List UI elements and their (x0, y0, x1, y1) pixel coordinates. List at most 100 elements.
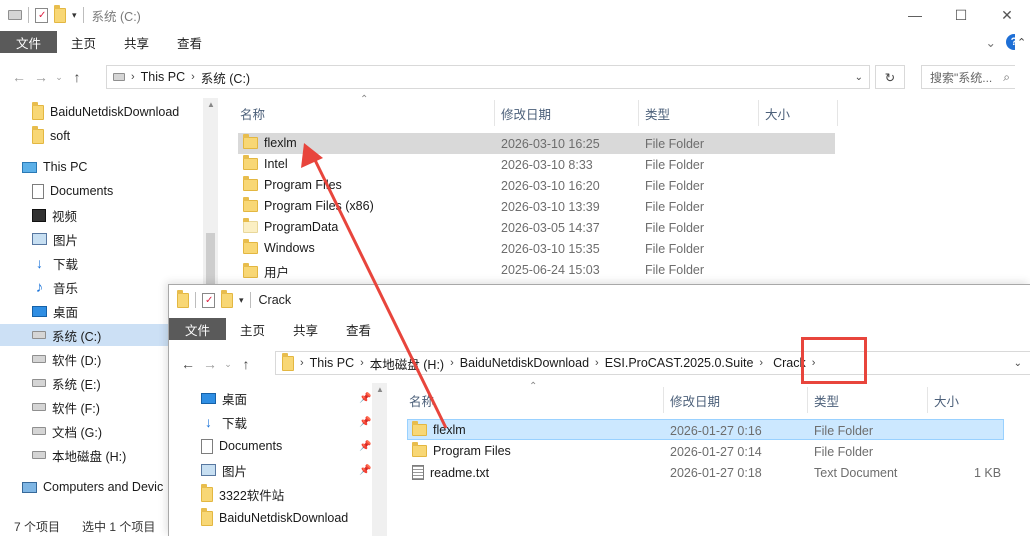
table-row[interactable]: Windows (243, 239, 315, 255)
sidebar-item-3322[interactable]: 3322软件站 (201, 483, 284, 505)
sidebar-item-drive-g[interactable]: 文档 (G:) (32, 420, 102, 442)
column-divider[interactable] (927, 387, 928, 413)
breadcrumb-baidunetdiskdownload[interactable]: BaiduNetdiskDownload (460, 356, 589, 370)
column-divider[interactable] (663, 387, 664, 413)
table-row[interactable]: Program Files (243, 176, 342, 192)
chevron-right-icon[interactable]: › (191, 71, 195, 83)
table-row[interactable]: readme.txt (412, 465, 489, 480)
address-dropdown-icon[interactable]: ⌄ (855, 72, 863, 83)
chevron-right-icon[interactable]: › (300, 357, 304, 369)
sidebar-item-baidunetdiskdownload[interactable]: BaiduNetdiskDownload (201, 507, 348, 529)
table-row[interactable]: Program Files (x86) (243, 197, 374, 213)
breadcrumb-this-pc[interactable]: This PC (310, 356, 354, 370)
quick-access-dropdown-icon[interactable]: ▾ (239, 295, 244, 306)
sidebar-item-drive-h[interactable]: 本地磁盘 (H:) (32, 444, 126, 466)
table-row[interactable]: flexlm (243, 134, 297, 150)
sidebar-item-documents[interactable]: Documents (201, 435, 282, 457)
table-row[interactable]: Intel (243, 155, 288, 171)
forward-arrow-icon[interactable]: → (30, 69, 52, 85)
sidebar-item-drive-e[interactable]: 系统 (E:) (32, 372, 101, 394)
column-header-date[interactable]: 修改日期 (670, 388, 720, 412)
address-dropdown-icon[interactable]: ⌄ (1014, 358, 1022, 369)
close-button[interactable]: ✕ (984, 0, 1030, 30)
back-arrow-icon[interactable]: ← (177, 356, 199, 372)
recent-locations-icon[interactable]: ⌄ (52, 72, 66, 83)
forward-arrow-icon[interactable]: → (199, 356, 221, 372)
chevron-right-icon[interactable]: › (131, 71, 135, 83)
properties-icon[interactable]: ✓ (35, 7, 48, 23)
column-header-name[interactable]: 名称 (240, 101, 265, 125)
refresh-button[interactable]: ↻ (875, 65, 905, 89)
quick-access-dropdown-icon[interactable]: ▾ (72, 10, 77, 21)
column-divider[interactable] (758, 100, 759, 126)
chevron-right-icon[interactable]: › (360, 357, 364, 369)
column-header-type[interactable]: 类型 (814, 388, 839, 412)
pin-icon[interactable]: 📌 (359, 441, 371, 452)
table-row[interactable]: flexlm (412, 421, 466, 437)
tab-view[interactable]: 查看 (163, 31, 216, 53)
breadcrumb-drive-c[interactable]: 系统 (C:) (201, 68, 250, 87)
tab-share[interactable]: 共享 (110, 31, 163, 53)
column-divider[interactable] (638, 100, 639, 126)
sidebar-item-this-pc[interactable]: This PC (22, 156, 87, 178)
tab-home[interactable]: 主页 (57, 31, 110, 53)
sidebar-scrollbar[interactable]: ▲ (372, 383, 387, 536)
tab-share[interactable]: 共享 (279, 318, 332, 340)
new-folder-icon[interactable] (221, 289, 233, 308)
up-arrow-icon[interactable]: ↑ (66, 69, 88, 85)
column-divider[interactable] (837, 100, 838, 126)
pin-icon[interactable]: 📌 (359, 417, 371, 428)
sidebar-item-documents[interactable]: Documents (32, 180, 113, 202)
sidebar-item-baidunetdiskdownload[interactable]: BaiduNetdiskDownload (32, 101, 179, 123)
pin-icon[interactable]: 📌 (359, 393, 371, 404)
tab-file[interactable]: 文件 (169, 318, 227, 340)
sidebar-item-desktop[interactable]: 桌面 (201, 387, 247, 409)
table-row[interactable]: 用户 (243, 262, 289, 281)
column-header-date[interactable]: 修改日期 (501, 101, 551, 125)
address-bar[interactable]: › This PC › 系统 (C:) ⌄ (106, 65, 870, 89)
properties-icon[interactable]: ✓ (202, 292, 215, 308)
new-folder-icon[interactable] (54, 4, 66, 23)
sidebar-item-soft[interactable]: soft (32, 125, 70, 147)
up-arrow-icon[interactable]: ↑ (235, 356, 257, 372)
breadcrumb-drive-h[interactable]: 本地磁盘 (H:) (370, 354, 444, 373)
sidebar-item-downloads[interactable]: ↓ 下载 (201, 411, 247, 433)
scroll-up-icon[interactable]: ▲ (376, 385, 384, 394)
table-row[interactable]: Program Files (412, 442, 511, 458)
pin-icon[interactable]: 📌 (359, 465, 371, 476)
column-header-type[interactable]: 类型 (645, 101, 670, 125)
column-divider[interactable] (807, 387, 808, 413)
expand-ribbon-icon[interactable]: ⌄ (986, 35, 996, 50)
sidebar-item-music[interactable]: ♪ 音乐 (32, 276, 78, 298)
back-arrow-icon[interactable]: ← (8, 69, 30, 85)
sidebar-item-pictures[interactable]: 图片 (32, 228, 78, 250)
sidebar-item-videos[interactable]: 视频 (32, 204, 77, 226)
maximize-button[interactable]: ☐ (938, 0, 984, 30)
sidebar-item-drive-f[interactable]: 软件 (F:) (32, 396, 100, 418)
chevron-right-icon[interactable]: › (595, 357, 599, 369)
sidebar-item-downloads[interactable]: ↓ 下载 (32, 252, 78, 274)
column-header-size[interactable]: 大小 (765, 101, 790, 125)
breadcrumb-this-pc[interactable]: This PC (141, 70, 185, 84)
chevron-right-icon[interactable]: › (759, 357, 763, 369)
table-row[interactable]: ProgramData (243, 218, 338, 234)
address-bar[interactable]: › This PC › 本地磁盘 (H:) › BaiduNetdiskDown… (275, 351, 1030, 375)
scroll-up-icon[interactable]: ▲ (207, 100, 215, 109)
tab-file[interactable]: 文件 (0, 31, 58, 53)
chevron-right-icon[interactable]: › (450, 357, 454, 369)
tab-view[interactable]: 查看 (332, 318, 385, 340)
sidebar-item-desktop[interactable]: 桌面 (32, 300, 78, 322)
sidebar-item-drive-d[interactable]: 软件 (D:) (32, 348, 101, 370)
scroll-up-icon[interactable]: ⌃ (1017, 36, 1026, 49)
sidebar-item-computers-devices[interactable]: Computers and Devic (22, 476, 163, 498)
column-divider[interactable] (494, 100, 495, 126)
column-header-name[interactable]: 名称 (409, 388, 434, 412)
minimize-button[interactable]: — (892, 0, 938, 30)
search-input[interactable]: 搜索"系统... ⌕ (921, 65, 1017, 89)
column-header-size[interactable]: 大小 (934, 388, 959, 412)
main-scrollbar[interactable]: ⌃ (1015, 34, 1030, 284)
recent-locations-icon[interactable]: ⌄ (221, 359, 235, 370)
sidebar-item-pictures[interactable]: 图片 (201, 459, 247, 481)
tab-home[interactable]: 主页 (226, 318, 279, 340)
breadcrumb-procast-suite[interactable]: ESI.ProCAST.2025.0.Suite (605, 356, 754, 370)
